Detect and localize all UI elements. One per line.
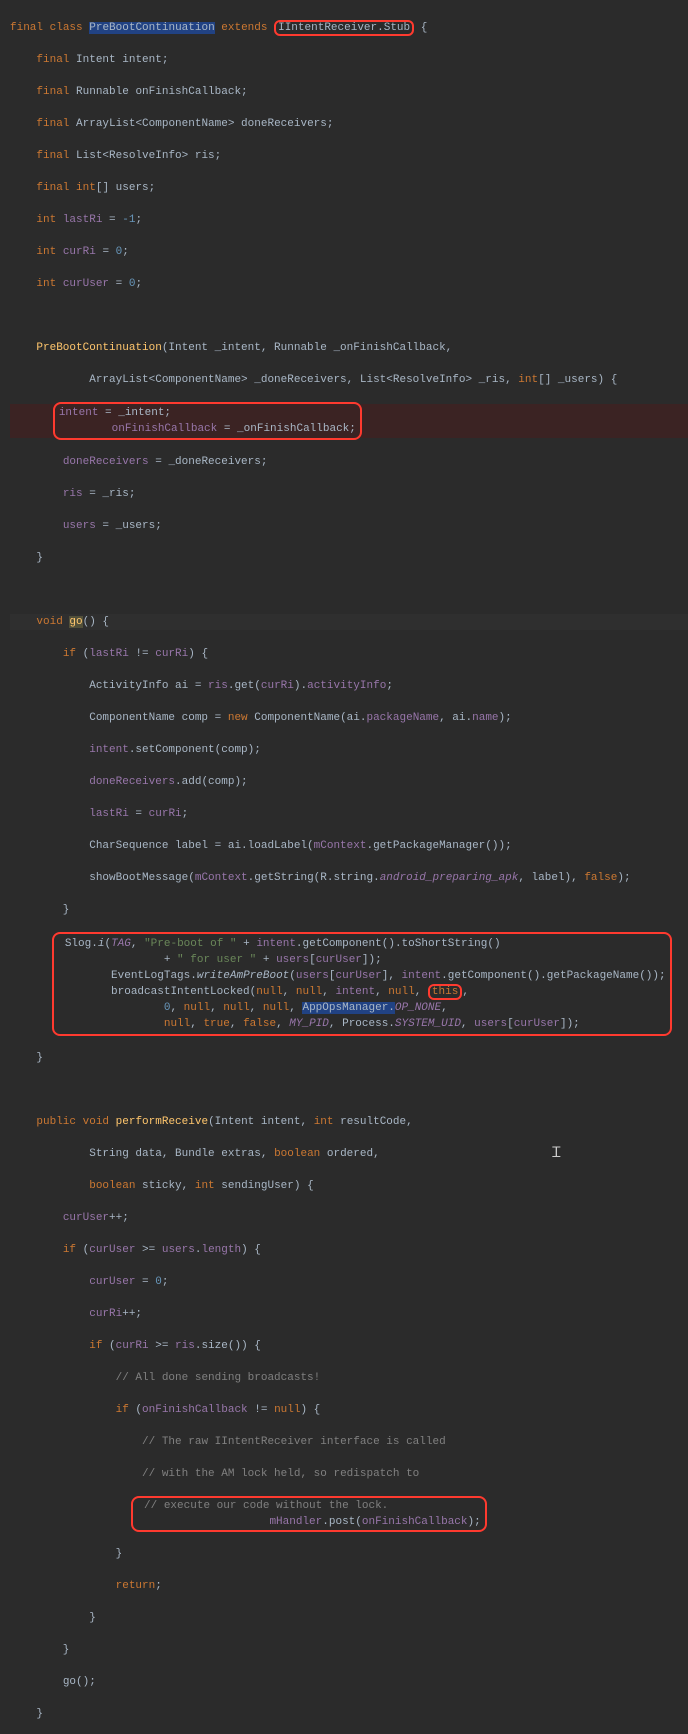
code-line: void go() { (10, 614, 688, 630)
code-line (10, 582, 688, 598)
text-cursor-icon: Ꮖ (552, 1146, 561, 1162)
code-line: doneReceivers.add(comp); (10, 774, 688, 790)
code-line: int curRi = 0; (10, 244, 688, 260)
code-line: } (10, 1706, 688, 1722)
code-line: CharSequence label = ai.loadLabel(mConte… (10, 838, 688, 854)
code-line: return; (10, 1578, 688, 1594)
code-line: // The raw IIntentReceiver interface is … (10, 1434, 688, 1450)
code-line: // All done sending broadcasts! (10, 1370, 688, 1386)
code-line: final Runnable onFinishCallback; (10, 84, 688, 100)
highlight-box: intent = _intent; onFinishCallback = _on… (53, 402, 362, 440)
code-line: String data, Bundle extras, boolean orde… (10, 1146, 688, 1162)
highlight-box: // execute our code without the lock. mH… (131, 1496, 486, 1532)
code-line: if (curRi >= ris.size()) { (10, 1338, 688, 1354)
code-line: curUser++; (10, 1210, 688, 1226)
code-line: go(); (10, 1674, 688, 1690)
code-editor[interactable]: final class PreBootContinuation extends … (0, 0, 688, 1734)
code-line: } (10, 902, 688, 918)
code-line: int curUser = 0; (10, 276, 688, 292)
code-line: ris = _ris; (10, 486, 688, 502)
code-line: } (10, 1610, 688, 1626)
code-line: ArrayList<ComponentName> _doneReceivers,… (10, 372, 688, 388)
code-line: PreBootContinuation(Intent _intent, Runn… (10, 340, 688, 356)
code-line: final List<ResolveInfo> ris; (10, 148, 688, 164)
code-line: } (10, 550, 688, 566)
code-line (10, 308, 688, 324)
code-line: ActivityInfo ai = ris.get(curRi).activit… (10, 678, 688, 694)
code-line: if (lastRi != curRi) { (10, 646, 688, 662)
highlight-box: this (428, 984, 462, 1000)
code-line: public void performReceive(Intent intent… (10, 1114, 688, 1130)
code-line: showBootMessage(mContext.getString(R.str… (10, 870, 688, 886)
code-line: intent = _intent; onFinishCallback = _on… (10, 404, 688, 438)
code-line: intent.setComponent(comp); (10, 742, 688, 758)
code-line: // with the AM lock held, so redispatch … (10, 1466, 688, 1482)
code-line: doneReceivers = _doneReceivers; (10, 454, 688, 470)
code-line (10, 1082, 688, 1098)
code-line: if (curUser >= users.length) { (10, 1242, 688, 1258)
code-line: } (10, 1050, 688, 1066)
code-line: final class PreBootContinuation extends … (10, 20, 688, 36)
code-line: final Intent intent; (10, 52, 688, 68)
highlight-box: IIntentReceiver.Stub (274, 20, 414, 36)
code-line: curRi++; (10, 1306, 688, 1322)
code-line: boolean sticky, int sendingUser) { (10, 1178, 688, 1194)
code-line: users = _users; (10, 518, 688, 534)
code-line: if (onFinishCallback != null) { (10, 1402, 688, 1418)
highlight-box: Slog.i(TAG, "Pre-boot of " + intent.getC… (52, 932, 671, 1036)
code-line: } (10, 1642, 688, 1658)
code-line: lastRi = curRi; (10, 806, 688, 822)
code-line: final ArrayList<ComponentName> doneRecei… (10, 116, 688, 132)
code-line: } (10, 1546, 688, 1562)
code-line: final int[] users; (10, 180, 688, 196)
code-line: // execute our code without the lock. mH… (10, 1498, 688, 1530)
code-line: int lastRi = -1; (10, 212, 688, 228)
code-line: curUser = 0; (10, 1274, 688, 1290)
code-line: Slog.i(TAG, "Pre-boot of " + intent.getC… (10, 934, 688, 1034)
code-line: ComponentName comp = new ComponentName(a… (10, 710, 688, 726)
